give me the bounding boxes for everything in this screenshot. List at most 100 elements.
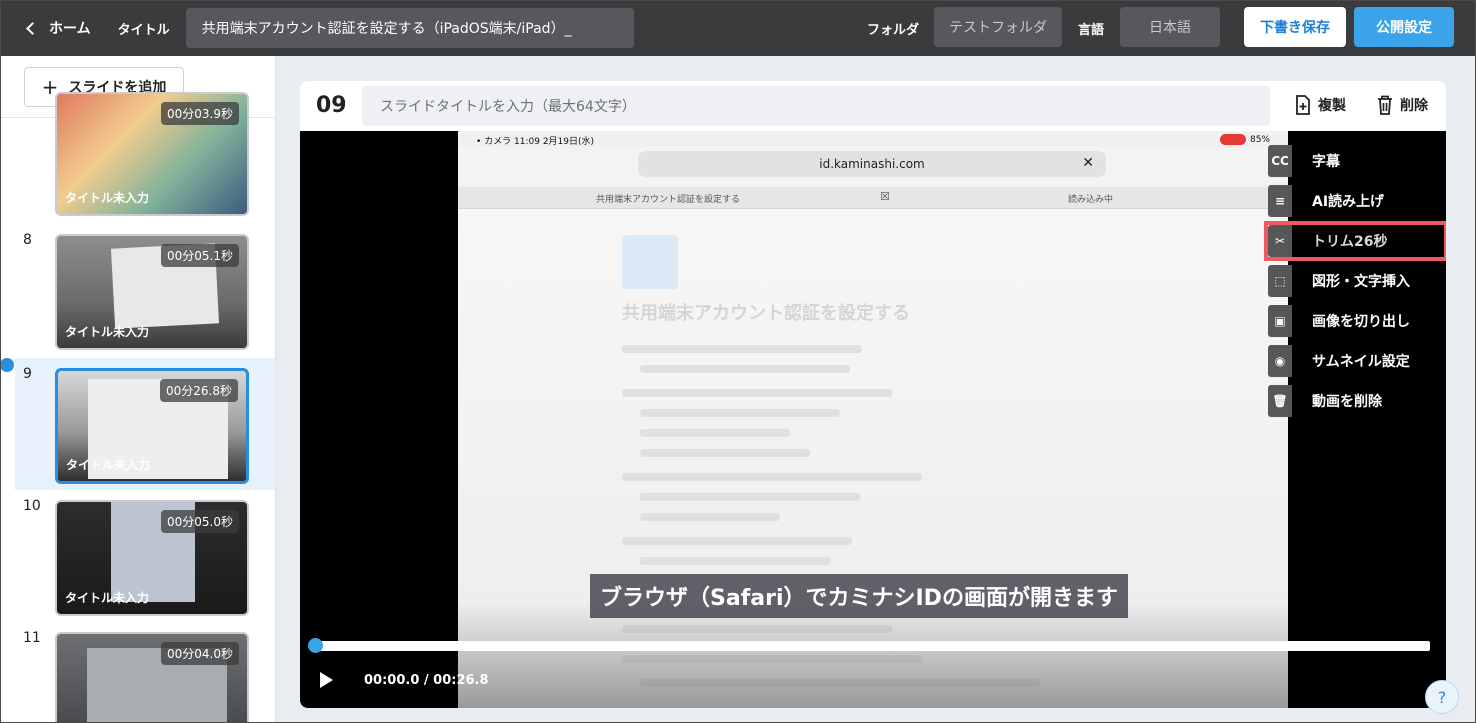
camera-icon: ◉ [1268,345,1292,377]
duplicate-label: 複製 [1318,98,1346,114]
browser-tab: 読み込み中 [1068,195,1114,205]
top-bar: ホーム タイトル 共用端末アカウント認証を設定する（iPadOS端末/iPad）… [0,0,1476,56]
menu-label: トリム26秒 [1312,234,1388,250]
insert-shape-text-button[interactable]: ⬚ 図形・文字挿入 [1268,265,1444,297]
speech-icon: ≡ [1268,185,1292,217]
slide-number: 10 [23,498,41,514]
seek-bar[interactable] [316,641,1430,651]
crop-image-button[interactable]: ▣ 画像を切り出し [1268,305,1444,337]
slide-item[interactable]: 11 00分04.0秒 [15,622,275,723]
text-line [640,409,840,417]
slide-title: タイトル未入力 [65,591,150,605]
slide-item[interactable]: 10 00分05.0秒 タイトル未入力 [15,490,275,622]
document-heading: 共用端末アカウント認証を設定する [622,303,910,324]
ai-narration-button[interactable]: ≡ AI読み上げ [1268,185,1444,217]
text-line [640,557,830,565]
folder-select[interactable]: テストフォルダ [934,7,1062,47]
text-line [622,473,922,481]
slide-item[interactable]: 00分03.9秒 タイトル未入力 [15,92,275,228]
status-left: • カメラ 11:09 2月19日(水) [476,137,595,147]
text-line [622,389,892,397]
slide-thumbnail[interactable]: 00分03.9秒 タイトル未入力 [55,92,249,216]
language-select[interactable]: 日本語 [1120,7,1220,47]
duration-badge: 00分04.0秒 [161,642,239,665]
text-line [640,493,860,501]
text-line [640,429,790,437]
ipad-status-bar: • カメラ 11:09 2月19日(水) 85% [458,131,1288,147]
thumbnail-settings-button[interactable]: ◉ サムネイル設定 [1268,345,1444,377]
duration-badge: 00分05.0秒 [161,510,239,533]
home-label: ホーム [49,21,91,37]
shape-icon: ⬚ [1268,265,1292,297]
text-line [622,537,852,545]
trim-button[interactable]: ✂ トリム26秒 [1264,221,1446,261]
play-icon[interactable] [320,672,333,688]
close-icon: ✕ [1082,155,1094,171]
duplicate-icon [1296,95,1310,115]
browser-toolbar: id.kaminashi.com ✕ [458,147,1288,187]
url-bar: id.kaminashi.com ✕ [638,151,1106,177]
title-input[interactable]: 共用端末アカウント認証を設定する（iPadOS端末/iPad）_ [185,8,634,48]
current-slide-number: 09 [316,93,347,118]
menu-label: 図形・文字挿入 [1312,274,1410,290]
duration-badge: 00分26.8秒 [160,379,238,402]
tab-close-icon: ☒ [880,190,890,203]
menu-label: 動画を削除 [1312,394,1382,410]
slide-thumbnail[interactable]: 00分26.8秒 タイトル未入力 [55,368,249,484]
trash-icon: 🗑 [1268,385,1292,417]
scissors-icon: ✂ [1268,225,1292,257]
duration-badge: 00分03.9秒 [161,102,239,125]
slide-thumbnail[interactable]: 00分05.0秒 タイトル未入力 [55,500,249,616]
battery-text: 85% [1249,135,1270,145]
browser-tab: 共用端末アカウント認証を設定する [596,195,741,205]
slide-thumbnail[interactable]: 00分05.1秒 タイトル未入力 [55,234,249,350]
text-line [622,345,862,353]
menu-label: サムネイル設定 [1312,354,1410,370]
active-indicator [0,358,14,372]
trash-icon [1378,95,1392,115]
title-label: タイトル [117,22,170,38]
recording-icon [1219,134,1246,145]
slide-item[interactable]: 8 00分05.1秒 タイトル未入力 [15,224,275,356]
chevron-left-icon [26,21,39,35]
cc-icon: CC [1268,145,1292,177]
publish-settings-button[interactable]: 公開設定 [1354,7,1454,47]
duration-badge: 00分05.1秒 [161,244,239,267]
slide-editor: 09 スライドタイトルを入力（最大64文字） 複製 削除 • カメラ 11:09… [300,81,1446,708]
browser-tabs: 共用端末アカウント認証を設定する ☒ 読み込み中 [458,187,1288,209]
slide-number: 8 [23,232,32,248]
video-frame: • カメラ 11:09 2月19日(水) 85% id.kaminashi.co… [458,131,1288,708]
slide-sidebar: + スライドを追加 00分03.9秒 タイトル未入力 8 00分05.1秒 タイ… [0,56,276,723]
url-text: id.kaminashi.com [819,157,925,171]
menu-label: 画像を切り出し [1312,314,1410,330]
image-icon: ▣ [1268,305,1292,337]
slide-title: タイトル未入力 [66,458,151,472]
slide-thumbnail[interactable]: 00分04.0秒 [55,632,249,723]
delete-slide-button[interactable]: 削除 [1376,95,1428,115]
home-button[interactable]: ホーム [26,18,91,38]
site-logo [622,235,678,289]
text-line [640,449,810,457]
slide-title: タイトル未入力 [65,325,150,339]
timecode: 00:00.0 / 00:26.8 [364,673,489,688]
slide-number: 11 [23,630,41,646]
subtitles-button[interactable]: CC 字幕 [1268,145,1444,177]
delete-label: 削除 [1400,98,1428,114]
menu-label: AI読み上げ [1312,194,1385,210]
subtitle-caption[interactable]: ブラウザ（Safari）でカミナシIDの画面が開きます [590,574,1128,618]
help-button[interactable]: ? [1425,680,1459,714]
video-player[interactable]: • カメラ 11:09 2月19日(水) 85% id.kaminashi.co… [300,131,1446,708]
slide-title: タイトル未入力 [65,191,150,205]
slide-title-input[interactable]: スライドタイトルを入力（最大64文字） [362,86,1270,126]
duplicate-button[interactable]: 複製 [1294,95,1346,115]
text-line [640,513,780,521]
seek-handle[interactable] [308,638,323,653]
slide-number: 9 [23,366,32,382]
text-line [640,365,850,373]
language-label: 言語 [1078,23,1105,38]
delete-video-button[interactable]: 🗑 動画を削除 [1268,385,1444,417]
menu-label: 字幕 [1312,154,1340,170]
slide-item-active[interactable]: 9 00分26.8秒 タイトル未入力 [15,358,275,490]
folder-label: フォルダ [867,23,920,38]
save-draft-button[interactable]: 下書き保存 [1244,7,1346,47]
